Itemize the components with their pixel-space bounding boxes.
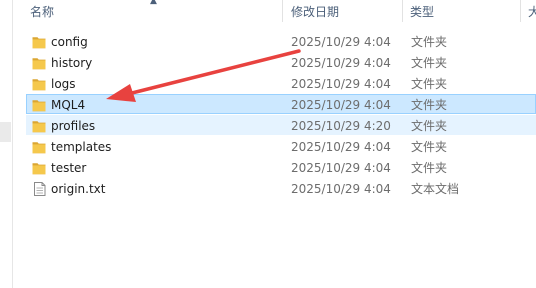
file-modified-date: 2025/10/29 4:04 xyxy=(291,56,391,70)
file-name: profiles xyxy=(51,119,96,133)
folder-icon xyxy=(32,98,48,112)
file-modified-date: 2025/10/29 4:04 xyxy=(291,98,391,112)
column-divider[interactable] xyxy=(402,0,403,22)
folder-icon xyxy=(32,35,48,49)
file-modified-date: 2025/10/29 4:04 xyxy=(291,182,391,196)
file-row-logs[interactable]: logs 2025/10/29 4:04 文件夹 xyxy=(26,73,536,93)
column-header-modified[interactable]: 修改日期 xyxy=(291,0,339,24)
file-modified-date: 2025/10/29 4:04 xyxy=(291,140,391,154)
navigation-pane[interactable] xyxy=(0,0,13,288)
file-type: 文本文档 xyxy=(411,182,460,196)
text-file-icon xyxy=(32,182,48,196)
file-modified-date: 2025/10/29 4:04 xyxy=(291,161,391,175)
file-type: 文件夹 xyxy=(411,77,448,91)
file-row-mql4[interactable]: MQL4 2025/10/29 4:04 文件夹 xyxy=(26,94,536,114)
file-type: 文件夹 xyxy=(411,140,448,154)
file-type: 文件夹 xyxy=(411,35,448,49)
file-row-origin-txt[interactable]: origin.txt 2025/10/29 4:04 文本文档 xyxy=(26,178,536,198)
column-header-size[interactable]: 大 xyxy=(528,0,536,24)
folder-icon xyxy=(32,77,48,91)
column-header-name[interactable]: 名称 xyxy=(30,0,54,24)
file-type: 文件夹 xyxy=(411,119,448,133)
file-modified-date: 2025/10/29 4:04 xyxy=(291,77,391,91)
file-name: templates xyxy=(51,140,112,154)
file-modified-date: 2025/10/29 4:04 xyxy=(291,35,391,49)
file-row-profiles[interactable]: profiles 2025/10/29 4:20 文件夹 xyxy=(26,115,536,135)
file-row-tester[interactable]: tester 2025/10/29 4:04 文件夹 xyxy=(26,157,536,177)
column-header-type[interactable]: 类型 xyxy=(410,0,434,24)
navigation-pane-selected-item[interactable] xyxy=(0,122,11,142)
folder-icon xyxy=(32,140,48,154)
file-type: 文件夹 xyxy=(411,161,448,175)
file-type: 文件夹 xyxy=(411,98,448,112)
column-divider[interactable] xyxy=(520,0,521,22)
file-modified-date: 2025/10/29 4:20 xyxy=(291,119,391,133)
column-header-bar: 名称 ▲ 修改日期 类型 大 xyxy=(13,0,536,25)
column-divider[interactable] xyxy=(282,0,283,22)
file-name: MQL4 xyxy=(51,98,86,112)
file-name: tester xyxy=(51,161,87,175)
file-name: history xyxy=(51,56,93,70)
folder-icon xyxy=(32,119,48,133)
sort-ascending-icon: ▲ xyxy=(150,0,157,6)
file-name: origin.txt xyxy=(51,182,106,196)
file-type: 文件夹 xyxy=(411,56,448,70)
folder-icon xyxy=(32,161,48,175)
file-list: config 2025/10/29 4:04 文件夹 history 2025/… xyxy=(26,31,536,199)
file-row-templates[interactable]: templates 2025/10/29 4:04 文件夹 xyxy=(26,136,536,156)
file-name: config xyxy=(51,35,88,49)
file-name: logs xyxy=(51,77,76,91)
file-row-config[interactable]: config 2025/10/29 4:04 文件夹 xyxy=(26,31,536,51)
file-row-history[interactable]: history 2025/10/29 4:04 文件夹 xyxy=(26,52,536,72)
folder-icon xyxy=(32,56,48,70)
